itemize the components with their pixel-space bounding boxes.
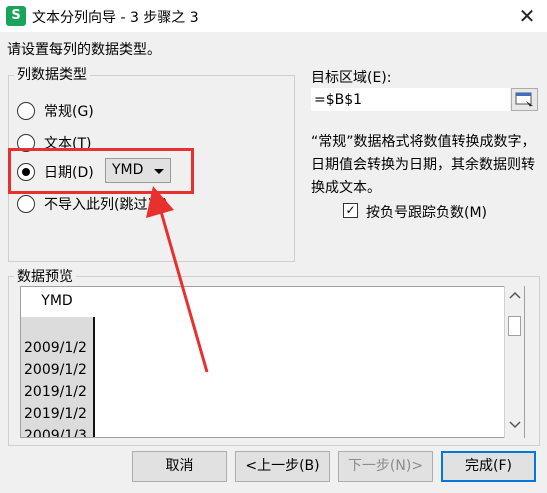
finish-button[interactable]: 完成(F)	[441, 451, 536, 482]
radio-general[interactable]	[17, 102, 35, 120]
preview-vertical-scrollbar[interactable]	[504, 286, 524, 438]
preview-row: 2009/1/2	[24, 362, 87, 378]
preview-column-body: 2009/1/2 2009/1/2 2019/1/2 2019/1/2 2009…	[21, 317, 93, 438]
destination-label: 目标区域(E):	[311, 70, 392, 86]
radio-skip-label[interactable]: 不导入此列(跳过)(I)	[44, 194, 168, 214]
column-separator	[93, 317, 95, 437]
close-icon[interactable]: ✕	[507, 0, 547, 32]
preview-area[interactable]: YMD 2009/1/2 2009/1/2 2019/1/2 2019/1/2 …	[20, 286, 525, 438]
instruction-text: 请设置每列的数据类型。	[7, 42, 161, 58]
radio-general-label[interactable]: 常规(G)	[44, 101, 94, 121]
column-type-legend: 列数据类型	[14, 64, 90, 84]
collapse-dialog-icon	[515, 92, 533, 108]
scroll-down-icon[interactable]	[509, 420, 521, 430]
negative-checkbox-label[interactable]: 按负号跟踪负数(M)	[366, 202, 487, 222]
preview-row: 2009/1/2	[24, 340, 87, 356]
next-button[interactable]: 下一步(N)>	[338, 451, 433, 482]
destination-input[interactable]	[311, 88, 510, 111]
preview-row: 2009/1/3	[24, 428, 87, 438]
preview-row: 2019/1/2	[24, 384, 87, 400]
back-button[interactable]: <上一步(B)	[235, 451, 330, 482]
radio-skip[interactable]	[17, 195, 35, 213]
scroll-up-icon[interactable]	[509, 290, 521, 300]
cancel-button[interactable]: 取消	[132, 451, 227, 482]
scrollbar-thumb[interactable]	[508, 316, 521, 336]
date-option-highlight	[8, 148, 194, 194]
negative-checkbox[interactable]: ✓	[343, 203, 358, 218]
format-description: “常规”数据格式将数值转换成数字，日期值会转换为日期，其余数据则转换成文本。	[311, 134, 536, 196]
title-bar: S 文本分列向导 - 3 步骤之 3 ✕	[0, 0, 547, 32]
preview-column-header[interactable]: YMD	[21, 287, 93, 315]
window-title: 文本分列向导 - 3 步骤之 3	[32, 10, 199, 26]
preview-legend: 数据预览	[14, 266, 76, 286]
preview-row: 2019/1/2	[24, 406, 87, 422]
range-select-button[interactable]	[511, 88, 538, 111]
app-logo-icon: S	[6, 6, 26, 26]
